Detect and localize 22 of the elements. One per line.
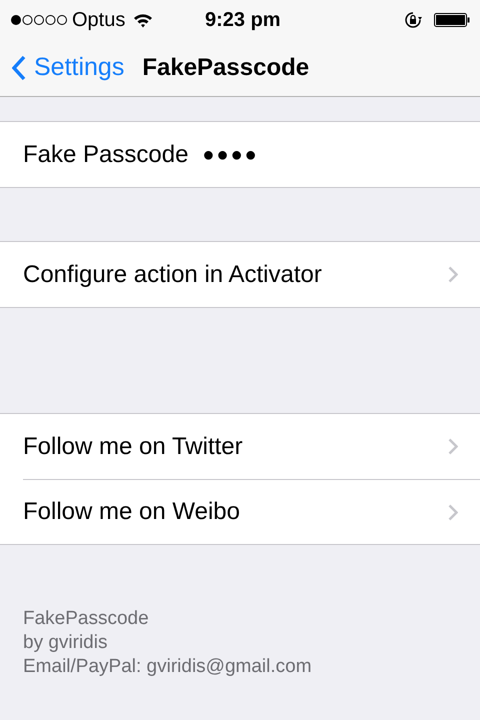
- settings-row[interactable]: Follow me on Twitter: [23, 414, 448, 479]
- nav-title: FakePasscode: [142, 53, 310, 83]
- footer-text: FakePasscode: [23, 607, 150, 631]
- row-label: Configure action in Activator: [23, 260, 322, 290]
- clock-time: 9:23 pm: [205, 8, 281, 33]
- signal-icon: [10, 14, 68, 26]
- footer-text: by gviridis: [23, 631, 108, 655]
- chevron-right-icon: [448, 504, 458, 520]
- carrier-name: Optus: [72, 8, 126, 33]
- battery-icon: [434, 13, 470, 27]
- row-label: Follow me on Weibo: [23, 497, 240, 527]
- chevron-right-icon: [448, 438, 458, 455]
- back-button[interactable]: Settings: [0, 46, 128, 90]
- wifi-icon: [133, 12, 154, 28]
- chevron-right-icon: [448, 266, 458, 283]
- field-label: Fake Passcode: [23, 140, 188, 170]
- row-label: Follow me on Twitter: [23, 432, 243, 462]
- passcode-field[interactable]: ●●●●: [202, 140, 259, 170]
- settings-row[interactable]: Follow me on Weibo: [23, 480, 448, 544]
- chevron-left-icon: [12, 55, 26, 81]
- footer-text: Email/PayPal: gviridis@gmail.com: [23, 655, 313, 679]
- rotation-lock-icon: [404, 11, 422, 29]
